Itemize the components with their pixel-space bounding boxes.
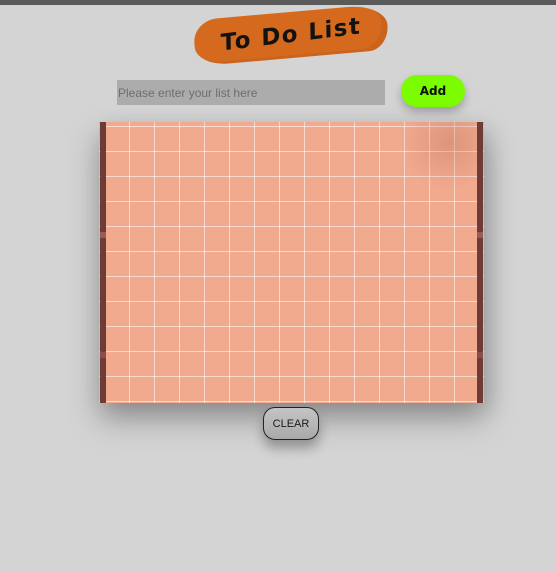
top-bar <box>0 0 556 5</box>
clear-button[interactable]: CLEAR <box>263 407 319 440</box>
page-title: To Do List <box>220 13 362 57</box>
add-button[interactable]: Add <box>401 75 465 107</box>
title-badge: To Do List <box>192 3 390 67</box>
paper-edge-left <box>100 122 106 403</box>
paper-stain <box>399 122 484 192</box>
paper-edge-right <box>477 122 483 403</box>
todo-list-panel <box>99 122 484 403</box>
task-input[interactable] <box>117 80 385 105</box>
